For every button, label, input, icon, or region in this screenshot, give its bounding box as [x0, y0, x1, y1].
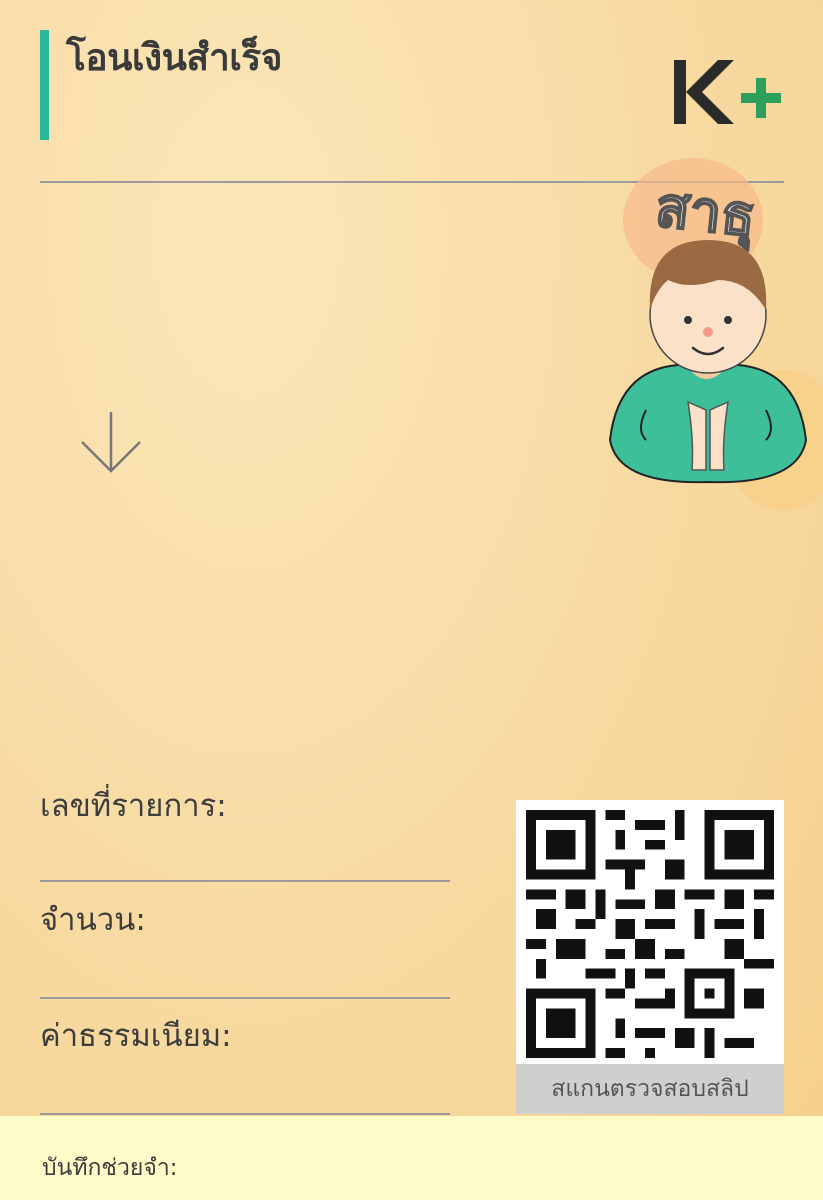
qr-code-icon: [526, 810, 774, 1058]
fee-label: ค่าธรรมเนียม:: [40, 1018, 232, 1054]
fee-divider: [40, 1113, 450, 1115]
amount-divider: [40, 997, 450, 999]
transaction-id-divider: [40, 880, 450, 882]
kplus-logo-icon: [674, 60, 781, 124]
page-title: โอนเงินสำเร็จ: [66, 36, 282, 79]
amount-label: จำนวน:: [40, 902, 146, 938]
qr-caption: สแกนตรวจสอบสลิป: [516, 1064, 784, 1114]
memo-label: บันทึกช่วยจำ:: [42, 1155, 178, 1181]
qr-code-panel[interactable]: สแกนตรวจสอบสลิป: [516, 800, 784, 1114]
transaction-id-label: เลขที่รายการ:: [40, 788, 227, 824]
wai-boy-icon: สาธุ: [608, 158, 823, 510]
arrow-down-icon: [81, 412, 141, 473]
title-accent-bar: [40, 30, 49, 140]
